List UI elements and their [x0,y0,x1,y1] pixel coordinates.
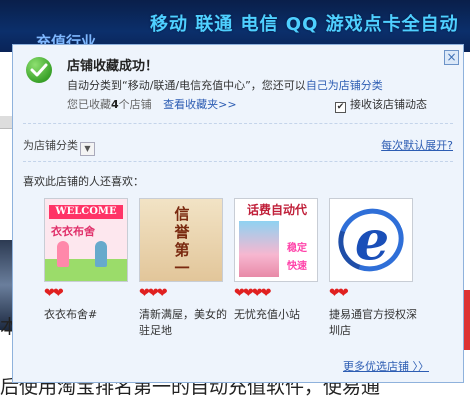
shop-thumbnail[interactable]: 话费自动代 稳定 快速 [234,198,318,282]
more-shops-link[interactable]: 更多优选店铺 〉〉 [343,358,429,374]
view-collection-link[interactable]: 查看收藏夹>> [163,98,236,111]
success-check-icon [26,57,52,83]
shop-name-link[interactable]: 衣衣布舍# [44,307,140,323]
collected-suffix: 个店铺 [118,98,152,111]
shop-name-link[interactable]: 无忧充值小站 [234,307,330,323]
thumb-figure [95,241,107,267]
thumb-side-text: 快速 [287,261,307,272]
close-button[interactable]: × [444,50,459,65]
shop-name-link[interactable]: 捷易通官方授权深圳店 [329,307,425,339]
thumb-photo [239,221,279,277]
subscribe-label: 接收该店铺动态 [350,98,427,111]
banner-text: 移动 联通 电信 QQ 游戏点卡全自动 [150,14,459,35]
collected-prefix: 您已收藏 [67,98,111,111]
subscribe-option[interactable]: ✔ 接收该店铺动态 [335,96,427,113]
shop-thumbnail[interactable]: e [329,198,413,282]
rating-hearts-icon: ❤❤❤❤ [234,286,272,301]
shop-card[interactable]: WELCOME 衣衣布舍 ❤❤ 衣衣布舍# [44,198,128,323]
popup-title: 店铺收藏成功！ [67,59,159,74]
chevron-down-icon[interactable]: ▼ [80,142,95,156]
expand-default-link[interactable]: 每次默认展开? [381,137,453,153]
thumb-shop-text: 衣衣布舍 [51,225,95,238]
rating-hearts-icon: ❤❤ [329,286,349,301]
rating-hearts-icon: ❤❤❤ [139,286,168,301]
background-left-edge [0,52,12,404]
collect-success-popup: × 店铺收藏成功！ 自动分类到“移动/联通/电信充值中心”，您还可以自己为店铺分… [12,44,464,383]
divider [23,161,453,162]
collected-count: 4 [111,98,119,111]
custom-category-link[interactable]: 自己为店铺分类 [306,79,383,92]
shop-thumbnail[interactable]: 信 誉 第 一 [139,198,223,282]
shop-thumbnail[interactable]: WELCOME 衣衣布舍 [44,198,128,282]
also-like-heading: 喜欢此店铺的人还喜欢： [23,175,144,188]
thumb-figure [57,241,69,267]
shop-name-link[interactable]: 清新满屋，美女的驻足地 [139,307,235,339]
divider [23,123,453,124]
shop-card[interactable]: e ❤❤ 捷易通官方授权深圳店 [329,198,417,339]
thumb-banner-text: WELCOME [49,205,123,219]
thumb-side-text: 稳定 [287,243,307,254]
thumb-char: 一 [174,259,190,277]
thumb-header-text: 话费自动代 [246,203,307,217]
category-selector[interactable]: 为店铺分类 ▼ [23,137,95,156]
auto-category-text: 自动分类到“移动/联通/电信充值中心”，您还可以 [67,79,306,92]
category-label: 为店铺分类 [23,139,78,152]
subscribe-checkbox[interactable]: ✔ [335,102,346,113]
collection-count-line: 您已收藏4个店铺 查看收藏夹>> [67,96,237,112]
shop-card[interactable]: 话费自动代 稳定 快速 ❤❤❤❤ 无忧充值小站 [234,198,318,323]
auto-category-line: 自动分类到“移动/联通/电信充值中心”，您还可以自己为店铺分类 [67,77,383,93]
background-strip [0,116,12,129]
shop-card[interactable]: 信 誉 第 一 ❤❤❤ 清新满屋，美女的驻足地 [139,198,227,339]
e-logo-icon: e [354,208,390,272]
rating-hearts-icon: ❤❤ [44,286,64,301]
